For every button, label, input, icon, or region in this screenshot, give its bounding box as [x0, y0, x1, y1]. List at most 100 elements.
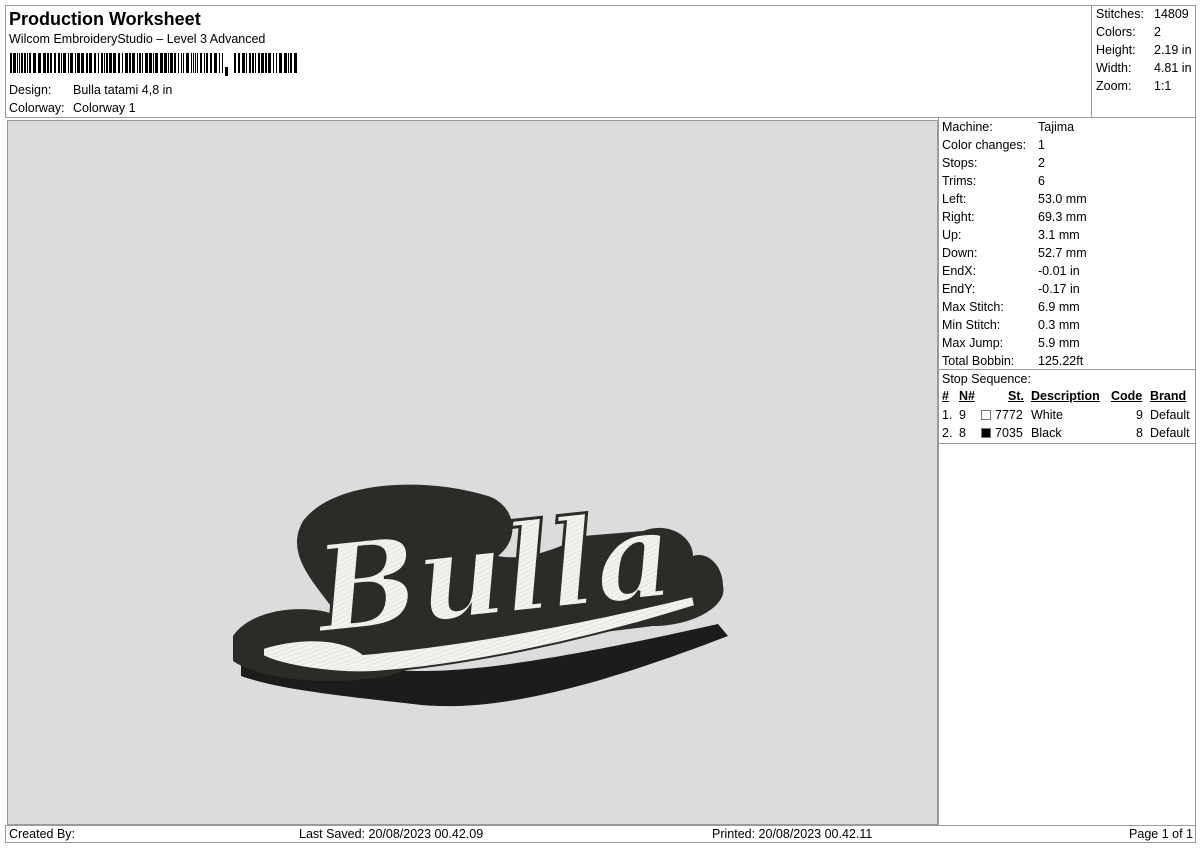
summary-row: Height: 2.19 in: [1096, 41, 1196, 59]
machine-info-row: Min Stitch: 0.3 mm: [942, 316, 1197, 334]
barcode-bar: [204, 53, 205, 73]
barcode-bar: [68, 53, 69, 73]
barcode-bar: [252, 53, 254, 73]
summary-row: Stitches: 14809: [1096, 5, 1196, 23]
barcode-bar: [191, 53, 192, 73]
header-st: St.: [1008, 389, 1024, 403]
footer-created-by: Created By:: [9, 827, 76, 841]
barcode-bar: [193, 53, 194, 73]
machine-info-value: 1: [1038, 138, 1045, 152]
machine-info-row: Total Bobbin: 125.22ft: [942, 352, 1197, 370]
stop-sequence-title: Stop Sequence:: [942, 372, 1031, 386]
barcode-bar: [214, 53, 217, 73]
machine-info-value: 52.7 mm: [1038, 246, 1087, 260]
machine-info-label: Right:: [942, 210, 975, 224]
barcode-bar: [47, 53, 49, 73]
barcode-bar: [186, 53, 189, 73]
summary-row: Colors: 2: [1096, 23, 1196, 41]
stop-stitches: 7035: [995, 426, 1023, 440]
stop-code: 9: [1136, 408, 1143, 422]
barcode-bar: [170, 53, 173, 73]
barcode-bar: [145, 53, 148, 73]
machine-info-row: Down: 52.7 mm: [942, 244, 1197, 262]
summary-label: Zoom:: [1096, 79, 1132, 93]
barcode-bar: [258, 53, 260, 73]
barcode-bar: [238, 53, 240, 73]
barcode-bar: [294, 53, 297, 73]
machine-info-value: -0.17 in: [1038, 282, 1080, 296]
stop-sequence-divider: [938, 443, 1196, 444]
barcode-bar: [27, 53, 28, 73]
machine-info-label: Total Bobbin:: [942, 354, 1015, 368]
barcode-bar: [70, 53, 73, 73]
barcode-bar: [17, 53, 18, 73]
barcode-bar: [276, 53, 277, 73]
barcode-bar: [200, 53, 202, 73]
barcode-bar: [246, 53, 247, 73]
barcode-bar: [265, 53, 267, 73]
stop-description: White: [1031, 408, 1063, 422]
barcode-bar: [77, 53, 80, 73]
barcode-bar: [273, 53, 274, 73]
barcode-bar: [122, 53, 123, 73]
machine-info-value: 6.9 mm: [1038, 300, 1080, 314]
barcode-bar: [118, 53, 120, 73]
barcode-bar: [255, 53, 256, 73]
footer-printed: Printed: 20/08/2023 00.42.11: [712, 827, 873, 841]
barcode-bar: [219, 53, 220, 73]
barcode-bar: [149, 53, 152, 73]
machine-info-row: Right: 69.3 mm: [942, 208, 1197, 226]
header-num: #: [942, 389, 949, 403]
barcode-mark: [225, 67, 228, 76]
machine-info-row: Trims: 6: [942, 172, 1197, 190]
barcode-bar: [168, 53, 169, 73]
barcode-bar: [222, 53, 223, 73]
summary-label: Height:: [1096, 43, 1136, 57]
barcode-bar: [174, 53, 176, 73]
machine-info-label: Stops:: [942, 156, 978, 170]
barcode-bar: [139, 53, 141, 73]
barcode-bar: [178, 53, 179, 73]
machine-info-value: 2: [1038, 156, 1045, 170]
header-n: N#: [959, 389, 975, 403]
barcode-bar: [181, 53, 182, 73]
stop-needle: 8: [959, 426, 966, 440]
barcode-bar: [279, 53, 282, 73]
barcode-bar: [86, 53, 88, 73]
machine-info-value: 53.0 mm: [1038, 192, 1087, 206]
footer-last-saved: Last Saved: 20/08/2023 00.42.09: [299, 827, 484, 841]
machine-info-value: Tajima: [1038, 120, 1075, 134]
stop-description: Black: [1031, 426, 1062, 440]
summary-label: Colors:: [1096, 25, 1136, 39]
color-swatch: [981, 428, 991, 438]
header-brand: Brand: [1150, 389, 1187, 403]
barcode-bar: [19, 53, 20, 73]
barcode-bar: [63, 53, 66, 73]
stop-num: 2.: [942, 426, 953, 440]
barcode-bar: [75, 53, 76, 73]
machine-info-value: 69.3 mm: [1038, 210, 1087, 224]
footer-bar: [5, 825, 1196, 843]
machine-info-label: Max Stitch:: [942, 300, 1004, 314]
barcode-bar: [155, 53, 158, 73]
barcode-bar: [210, 53, 212, 73]
machine-info-row: Left: 53.0 mm: [942, 190, 1197, 208]
stop-num: 1.: [942, 408, 953, 422]
barcode-bar: [58, 53, 60, 73]
machine-info-row: EndY: -0.17 in: [942, 280, 1197, 298]
design-value: Bulla tatami 4,8 in: [73, 83, 173, 97]
barcode: [10, 53, 297, 76]
color-swatch: [981, 410, 991, 420]
footer-page: Page 1 of 1: [1129, 827, 1193, 841]
design-preview: Bulla: [7, 120, 938, 825]
machine-info-label: EndX:: [942, 264, 977, 278]
barcode-bar: [29, 53, 31, 73]
barcode-bar: [50, 53, 52, 73]
summary-row: Width: 4.81 in: [1096, 59, 1196, 77]
machine-info-label: EndY:: [942, 282, 976, 296]
summary-label: Stitches:: [1096, 7, 1144, 21]
barcode-bar: [129, 53, 131, 73]
barcode-bar: [113, 53, 116, 73]
barcode-bar: [164, 53, 167, 73]
header-description: Description: [1031, 389, 1100, 403]
